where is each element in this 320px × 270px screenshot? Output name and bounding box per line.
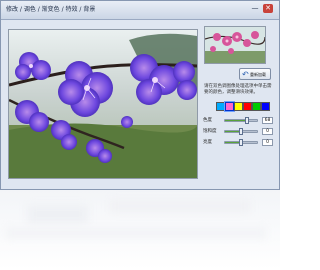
thumbnail-photo [205,27,265,63]
brightness-label: 亮度 [203,140,212,145]
editor-window: 修改 / 调色 / 渐变色 / 特效 / 背景 — ✕ ↶ 重新加载 请在双色调… [0,0,280,190]
hue-value-input[interactable]: 68 [262,117,273,124]
saturation-slider-thumb[interactable] [239,128,243,135]
title-bar: 修改 / 调色 / 渐变色 / 特效 / 背景 — ✕ [1,1,279,20]
blurred-reflection [110,200,250,212]
color-swatch[interactable] [261,102,270,111]
blurred-reflection [6,228,266,238]
saturation-slider[interactable] [224,128,258,135]
hue-slider-thumb[interactable] [244,117,249,124]
restore-button[interactable]: ↶ 重新加载 [239,68,271,80]
color-swatch[interactable] [216,102,225,111]
brightness-slider-thumb[interactable] [239,139,243,146]
restore-button-label: 重新加载 [250,72,266,77]
color-swatch[interactable] [225,102,234,111]
blurred-reflection [28,205,88,223]
color-swatch[interactable] [252,102,261,111]
brightness-slider[interactable] [224,139,258,146]
close-button[interactable]: ✕ [263,4,273,13]
minimize-button[interactable]: — [250,4,260,13]
window-title: 修改 / 调色 / 渐变色 / 特效 / 背景 [6,6,96,13]
hue-label: 色度 [203,118,212,123]
main-photo-canvas[interactable] [8,29,198,179]
hue-slider[interactable] [224,117,258,124]
color-swatch[interactable] [234,102,243,111]
brightness-value-input[interactable]: 0 [262,139,273,146]
flower-photo [9,30,197,178]
color-swatch[interactable] [243,102,252,111]
undo-arrow-icon: ↶ [242,70,249,79]
hue-slider-fill [225,120,247,121]
saturation-value-input[interactable]: 0 [262,128,273,135]
saturation-label: 饱和度 [203,129,217,134]
original-thumbnail [204,26,266,64]
instruction-text: 请在双色调图像处理选项中单击需要的颜色，调整滑块效果。 [204,84,272,95]
